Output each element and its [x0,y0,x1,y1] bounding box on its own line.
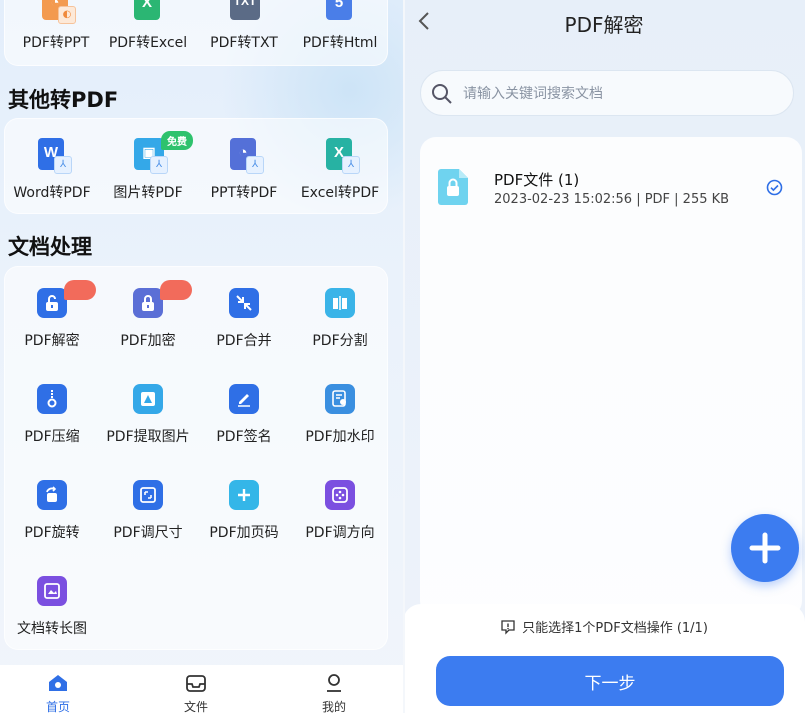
check-circle-icon[interactable] [766,179,783,196]
info-icon [501,620,515,635]
tool-pdf-merge[interactable]: PDF合并 [196,286,292,350]
file-name: PDF文件 (1) [494,171,580,189]
tool-label: PDF转Excel [108,35,188,51]
tool-label: PDF加页码 [209,525,279,541]
tag-badge [160,280,192,300]
tool-label: PDF调方向 [305,525,375,541]
tool-label: PDF合并 [216,333,272,349]
other-to-pdf-card: W ⅄ Word转PDF ▣ ⅄ 免费 图片转PDF ◔ ⅄ PPT转PDF X ⅄ E… [4,118,388,214]
tool-pdf-split[interactable]: PDF分割 [292,286,388,350]
tool-label: PDF解密 [24,333,80,349]
nav-label: 首页 [45,700,70,713]
bottom-nav: 首页 文件 我的 [0,665,403,713]
tool-label: PDF压缩 [24,429,80,445]
txt-file-icon: TXT [230,0,260,20]
rotate-icon [37,480,67,510]
nav-mine[interactable]: 我的 [304,673,364,713]
tool-label: 图片转PDF [113,185,183,201]
inbox-icon [186,675,206,692]
tool-label: PDF转PPT [22,35,90,51]
file-meta: 2023-02-23 15:02:56 | PDF | 255 KB [494,192,730,207]
resize-icon [133,480,163,510]
search-bar[interactable] [420,70,794,116]
signature-icon [229,384,259,414]
tool-label: PDF签名 [216,429,272,445]
tool-label: PDF加水印 [305,429,375,445]
tool-doc-to-long-image[interactable]: 文档转长图 [4,574,100,638]
free-badge: 免费 [161,131,193,150]
tool-pdf-page-number[interactable]: PDF加页码 [196,478,292,542]
plus-icon [749,532,781,564]
page-title: PDF解密 [564,13,644,37]
selection-hint: 只能选择1个PDF文档操作 (1/1) [403,617,805,636]
nav-home[interactable]: 首页 [28,673,88,713]
tool-excel-to-pdf[interactable]: X ⅄ Excel转PDF [292,138,388,202]
tool-label: PDF提取图片 [106,429,190,445]
tool-label: PDF调尺寸 [113,525,183,541]
tool-label: PDF分割 [312,333,368,349]
tool-pdf-to-html[interactable]: 5 PDF转Html [292,0,388,52]
orientation-icon [325,480,355,510]
search-icon [432,84,452,104]
tool-pdf-resize[interactable]: PDF调尺寸 [100,478,196,542]
nav-label: 我的 [321,700,346,713]
section-title-other-to-pdf: 其他转PDF [8,88,119,112]
add-file-button[interactable] [731,514,799,582]
html-file-icon: 5 [326,0,352,20]
excel-file-icon: X [134,0,160,20]
page-number-icon [229,480,259,510]
tool-pdf-orientation[interactable]: PDF调方向 [292,478,388,542]
tool-label: PPT转PDF [210,185,278,201]
tag-badge [64,280,96,300]
pane-divider [403,0,405,713]
split-icon [325,288,355,318]
extract-image-icon [133,384,163,414]
locked-file-icon [438,169,468,205]
tool-pdf-to-ppt[interactable]: ◔ ◐ PDF转PPT [8,0,104,52]
tool-pdf-encrypt[interactable]: PDF加密 [100,280,196,350]
watermark-icon [325,384,355,414]
tool-label: 文档转长图 [17,621,87,637]
home-screen: ◔ ◐ PDF转PPT X PDF转Excel TXT PDF转TXT 5 PDF… [0,0,403,713]
tool-label: PDF转TXT [210,35,278,51]
tool-pdf-decrypt[interactable]: PDF解密 [4,280,100,350]
file-list-item[interactable]: PDF文件 (1) 2023-02-23 15:02:56 | PDF | 25… [438,159,788,215]
zip-icon [37,384,67,414]
selection-hint-text: 只能选择1个PDF文档操作 (1/1) [522,621,708,636]
decrypt-screen: PDF解密 PDF文件 (1) 2023-02-23 15:02:56 | PD… [403,0,805,713]
tool-pdf-extract-image[interactable]: PDF提取图片 [100,382,196,446]
tool-label: Word转PDF [13,185,91,201]
tool-label: Excel转PDF [300,185,380,201]
doc-processing-card: PDF解密 PDF加密 PDF合并 PDF分割 PDF压缩 PDF提取图片 PD… [4,266,388,650]
nav-files[interactable]: 文件 [166,673,226,713]
tool-pdf-to-excel[interactable]: X PDF转Excel [100,0,196,52]
tool-word-to-pdf[interactable]: W ⅄ Word转PDF [4,138,100,202]
section-title-doc-processing: 文档处理 [8,235,92,259]
pdf-to-other-card: ◔ ◐ PDF转PPT X PDF转Excel TXT PDF转TXT 5 PDF… [4,0,388,66]
bottom-action-bar: 只能选择1个PDF文档操作 (1/1) 下一步 [403,604,805,713]
tool-label: PDF旋转 [24,525,80,541]
nav-label: 文件 [183,700,208,713]
tool-image-to-pdf[interactable]: ▣ ⅄ 免费 图片转PDF [100,131,196,202]
tool-label: PDF转Html [302,35,378,51]
tool-pdf-rotate[interactable]: PDF旋转 [4,478,100,542]
tool-pdf-watermark[interactable]: PDF加水印 [292,382,388,446]
tool-pdf-to-txt[interactable]: TXT PDF转TXT [196,0,292,52]
tool-label: PDF加密 [120,333,176,349]
lock-icon [133,288,163,318]
long-image-icon [37,576,67,606]
user-icon [327,674,341,692]
tool-ppt-to-pdf[interactable]: ◔ ⅄ PPT转PDF [196,138,292,202]
unlock-icon [37,288,67,318]
merge-icon [229,288,259,318]
search-input[interactable] [461,81,785,107]
next-button[interactable]: 下一步 [436,656,784,706]
home-icon [49,675,67,691]
tool-pdf-sign[interactable]: PDF签名 [196,382,292,446]
tool-pdf-compress[interactable]: PDF压缩 [4,382,100,446]
